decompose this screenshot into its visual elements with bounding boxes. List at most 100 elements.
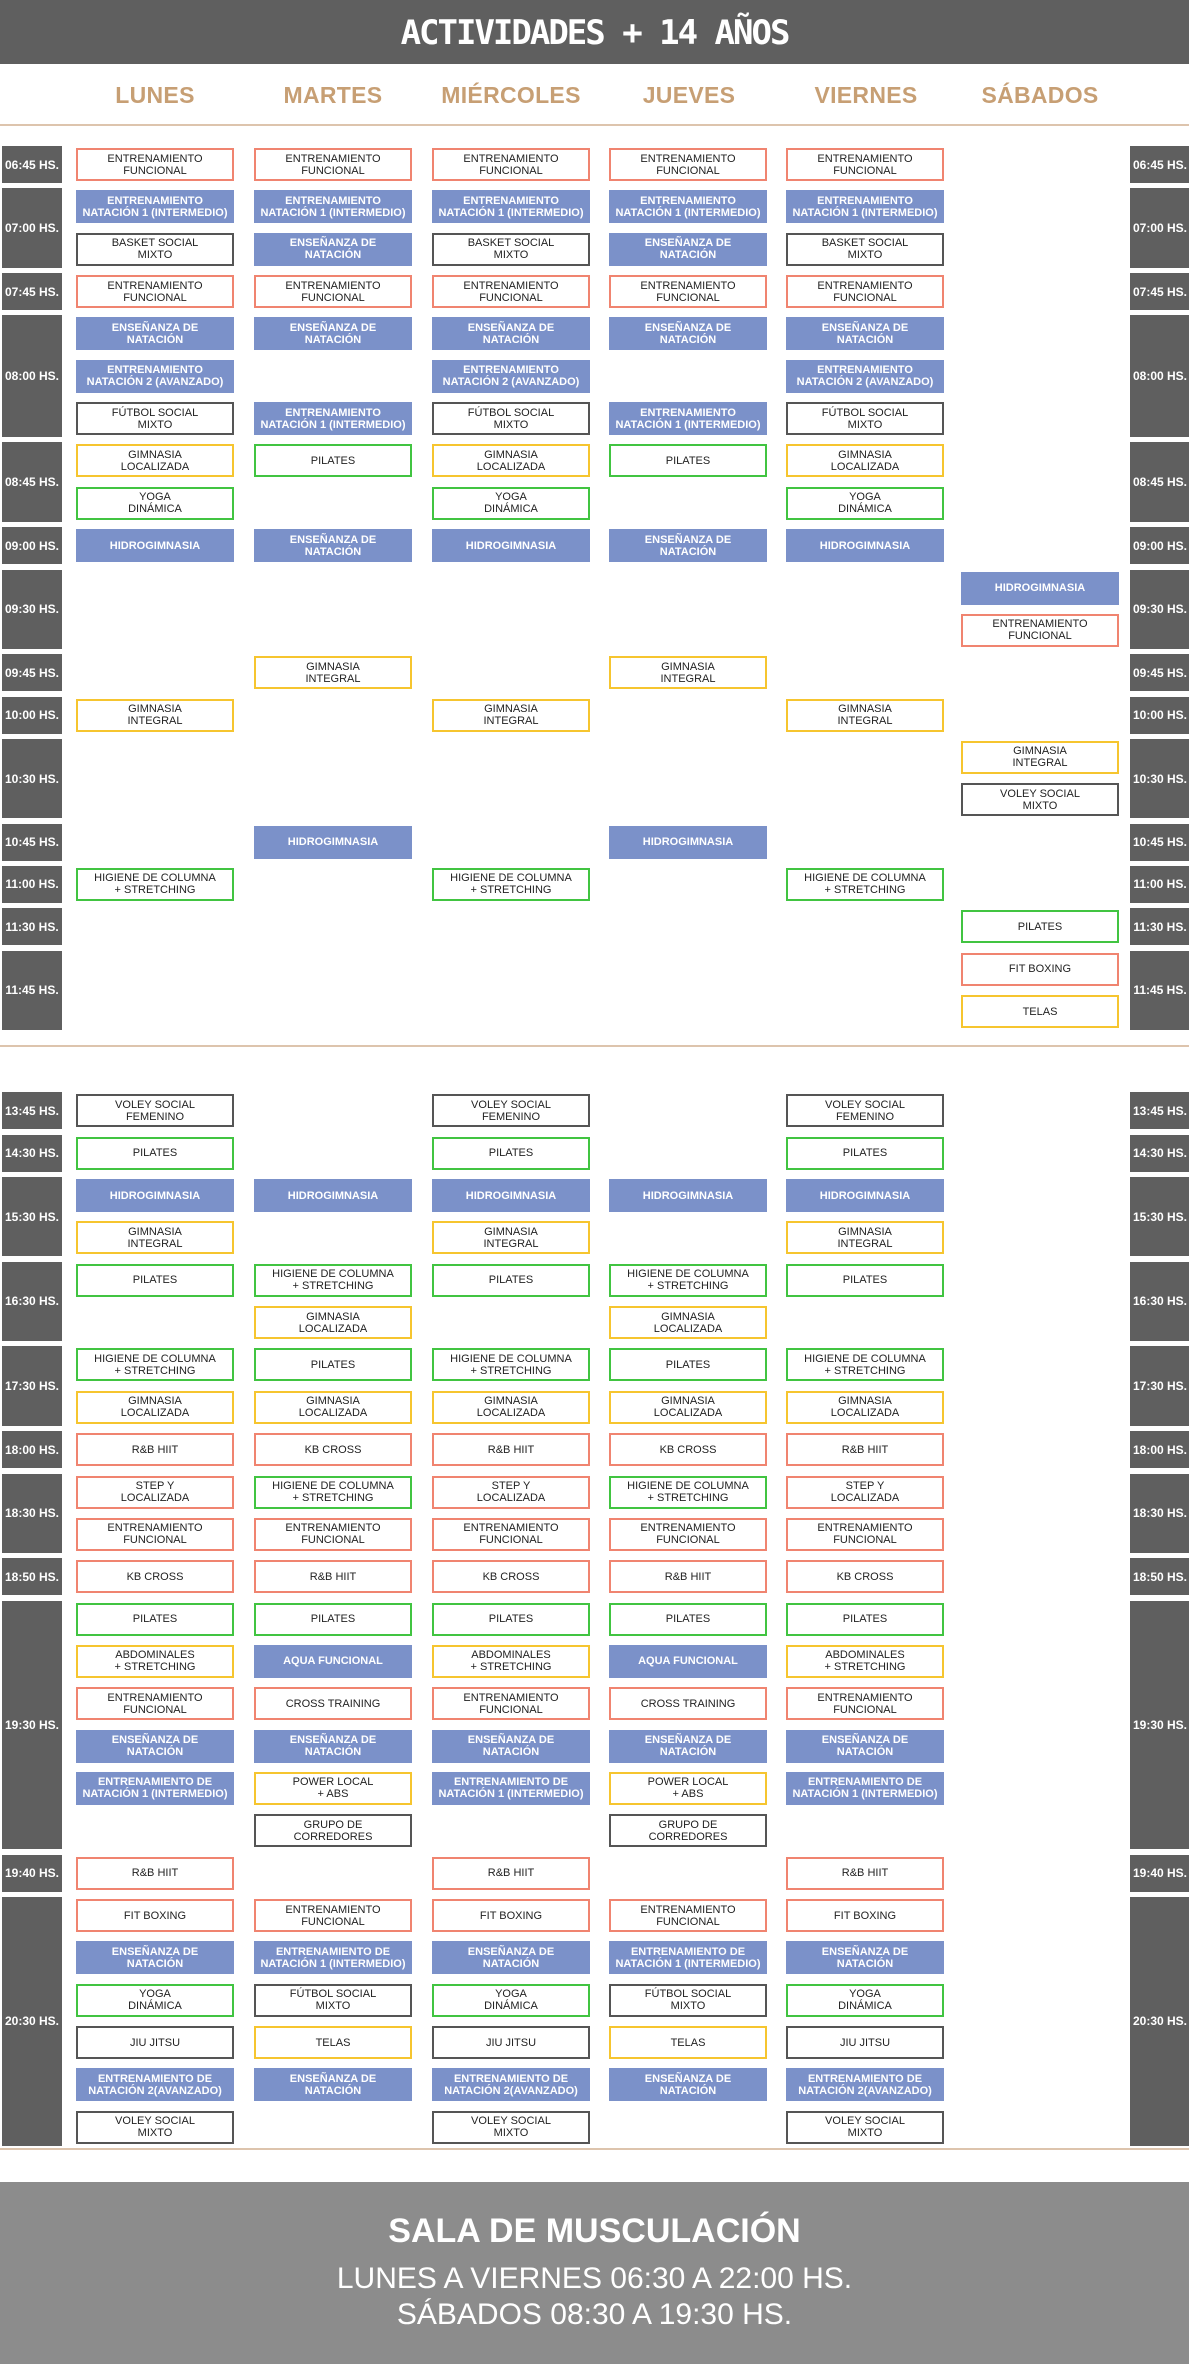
activity-cell: PILATES [961,910,1119,944]
time-label-right: 08:45 HS. [1130,442,1189,522]
days-header: LUNES MARTES MIÉRCOLES JUEVES VIERNES SÁ… [0,64,1189,124]
footer-hours-saturday: SÁBADOS 08:30 A 19:30 HS. [396,2298,793,2331]
activity-cell: ENTRENAMIENTO FUNCIONAL [786,275,944,309]
time-label-left: 19:30 HS. [2,1600,62,1850]
time-label-right: 06:45 HS. [1130,146,1189,183]
activity-cell: POWER LOCAL + ABS [254,1771,412,1805]
activity-cell: ENSEÑANZA DE NATACIÓN [76,1729,234,1763]
activity-cell: GIMNASIA LOCALIZADA [432,1390,590,1424]
page-title: ACTIVIDADES + 14 AÑOS [0,0,1189,64]
activity-cell: HIDROGIMNASIA [76,529,234,563]
activity-cell: KB CROSS [254,1433,412,1467]
activity-cell: AQUA FUNCIONAL [609,1644,767,1678]
time-label-right: 10:00 HS. [1130,696,1189,734]
activity-cell: GIMNASIA LOCALIZADA [254,1390,412,1424]
activity-cell: GIMNASIA INTEGRAL [786,698,944,732]
activity-cell: ENTRENAMIENTO FUNCIONAL [609,1517,767,1551]
activity-cell: ENTRENAMIENTO FUNCIONAL [432,275,590,309]
day-viernes: VIERNES [814,82,918,108]
activity-cell: ENSEÑANZA DE NATACIÓN [254,317,412,351]
activity-cell: VOLEY SOCIAL FEMENINO [432,1094,590,1128]
activity-cell: VOLEY SOCIAL MIXTO [961,783,1119,817]
activity-cell: ENSEÑANZA DE NATACIÓN [786,1941,944,1975]
activity-cell: ENSEÑANZA DE NATACIÓN [76,1941,234,1975]
activity-cell: PILATES [609,444,767,478]
activity-cell: GIMNASIA LOCALIZADA [609,1390,767,1424]
footer-hours-weekdays: LUNES A VIERNES 06:30 A 22:00 HS. [336,2262,853,2295]
activity-cell: ENSEÑANZA DE NATACIÓN [76,317,234,351]
activity-cell: ENTRENAMIENTO DE NATACIÓN 1 (INTERMEDIO) [786,1771,944,1805]
activity-cell: ENTRENAMIENTO NATACIÓN 2 (AVANZADO) [432,359,590,393]
activity-cell: ENSEÑANZA DE NATACIÓN [786,1729,944,1763]
activity-cell: HIDROGIMNASIA [432,529,590,563]
activity-cell: ENTRENAMIENTO DE NATACIÓN 2(AVANZADO) [786,2068,944,2102]
activity-cell: KB CROSS [786,1560,944,1594]
time-label-right: 13:45 HS. [1130,1092,1189,1130]
time-label-right: 11:45 HS. [1130,950,1189,1030]
activity-cell: PILATES [76,1602,234,1636]
day-lunes: LUNES [115,82,195,108]
activity-cell: ENTRENAMIENTO NATACIÓN 2 (AVANZADO) [76,359,234,393]
activity-cell: ENTRENAMIENTO FUNCIONAL [76,275,234,309]
activity-cell: FÚTBOL SOCIAL MIXTO [609,1983,767,2017]
activity-cell: PILATES [786,1136,944,1170]
activity-cell: ENTRENAMIENTO NATACIÓN 2 (AVANZADO) [786,359,944,393]
activity-cell: ENTRENAMIENTO NATACIÓN 1 (INTERMEDIO) [76,190,234,224]
time-label-left: 19:40 HS. [2,1854,62,1892]
time-label-left: 09:30 HS. [2,569,62,649]
time-label-left: 16:30 HS. [2,1261,62,1342]
activity-cell: HIGIENE DE COLUMNA + STRETCHING [254,1475,412,1509]
activity-cell: VOLEY SOCIAL MIXTO [76,2110,234,2144]
activity-cell: ENTRENAMIENTO DE NATACIÓN 1 (INTERMEDIO) [254,1941,412,1975]
time-label-right: 19:30 HS. [1130,1600,1189,1850]
activity-cell: R&B HIIT [432,1856,590,1890]
activity-cell: ENSEÑANZA DE NATACIÓN [609,2068,767,2102]
activity-cell: ENSEÑANZA DE NATACIÓN [254,232,412,266]
activity-cell: GRUPO DE CORREDORES [609,1814,767,1848]
activity-cell: PILATES [432,1602,590,1636]
time-label-right: 20:30 HS. [1130,1897,1189,2146]
activity-cell: ENTRENAMIENTO FUNCIONAL [609,148,767,181]
activity-cell: PILATES [432,1136,590,1170]
time-label-left: 18:00 HS. [2,1431,62,1469]
time-label-left: 07:45 HS. [2,273,62,311]
time-label-right: 15:30 HS. [1130,1177,1189,1257]
activity-cell: FIT BOXING [786,1899,944,1932]
activity-cell: FÚTBOL SOCIAL MIXTO [432,402,590,436]
activity-cell: VOLEY SOCIAL MIXTO [432,2110,590,2144]
activity-cell: BASKET SOCIAL MIXTO [76,232,234,266]
activity-cell: GRUPO DE CORREDORES [254,1814,412,1848]
activity-cell: KB CROSS [609,1433,767,1467]
time-label-left: 17:30 HS. [2,1346,62,1426]
activity-cell: ENSEÑANZA DE NATACIÓN [786,317,944,351]
time-label-left: 10:45 HS. [2,823,62,861]
activity-cell: HIDROGIMNASIA [786,1179,944,1213]
activity-cell: ENTRENAMIENTO FUNCIONAL [76,1517,234,1551]
activity-cell: ENSEÑANZA DE NATACIÓN [609,232,767,266]
activity-cell: FIT BOXING [432,1899,590,1932]
activity-cell: ENTRENAMIENTO FUNCIONAL [786,1687,944,1721]
time-label-left: 11:30 HS. [2,908,62,946]
activity-cell: GIMNASIA LOCALIZADA [254,1306,412,1340]
activity-cell: ENTRENAMIENTO FUNCIONAL [432,148,590,181]
activity-cell: R&B HIIT [786,1856,944,1890]
time-label-right: 10:45 HS. [1130,823,1189,861]
activity-cell: ENTRENAMIENTO FUNCIONAL [254,148,412,181]
activity-cell: HIDROGIMNASIA [254,825,412,859]
activity-cell: ABDOMINALES + STRETCHING [786,1644,944,1678]
activity-cell: HIGIENE DE COLUMNA + STRETCHING [786,867,944,901]
activity-cell: R&B HIIT [76,1433,234,1467]
activity-cell: GIMNASIA LOCALIZADA [786,444,944,478]
activity-cell: STEP Y LOCALIZADA [786,1475,944,1509]
activity-cell: STEP Y LOCALIZADA [76,1475,234,1509]
activity-cell: ENTRENAMIENTO FUNCIONAL [432,1687,590,1721]
activity-cell: ENTRENAMIENTO FUNCIONAL [609,275,767,309]
activity-cell: ENSEÑANZA DE NATACIÓN [609,1729,767,1763]
time-label-left: 07:00 HS. [2,188,62,268]
day-miercoles: MIÉRCOLES [441,82,581,108]
activity-cell: POWER LOCAL + ABS [609,1771,767,1805]
activity-cell: FÚTBOL SOCIAL MIXTO [76,402,234,436]
activity-cell: GIMNASIA INTEGRAL [76,1221,234,1255]
activity-cell: ENTRENAMIENTO DE NATACIÓN 2(AVANZADO) [76,2068,234,2102]
activity-cell: PILATES [254,444,412,478]
